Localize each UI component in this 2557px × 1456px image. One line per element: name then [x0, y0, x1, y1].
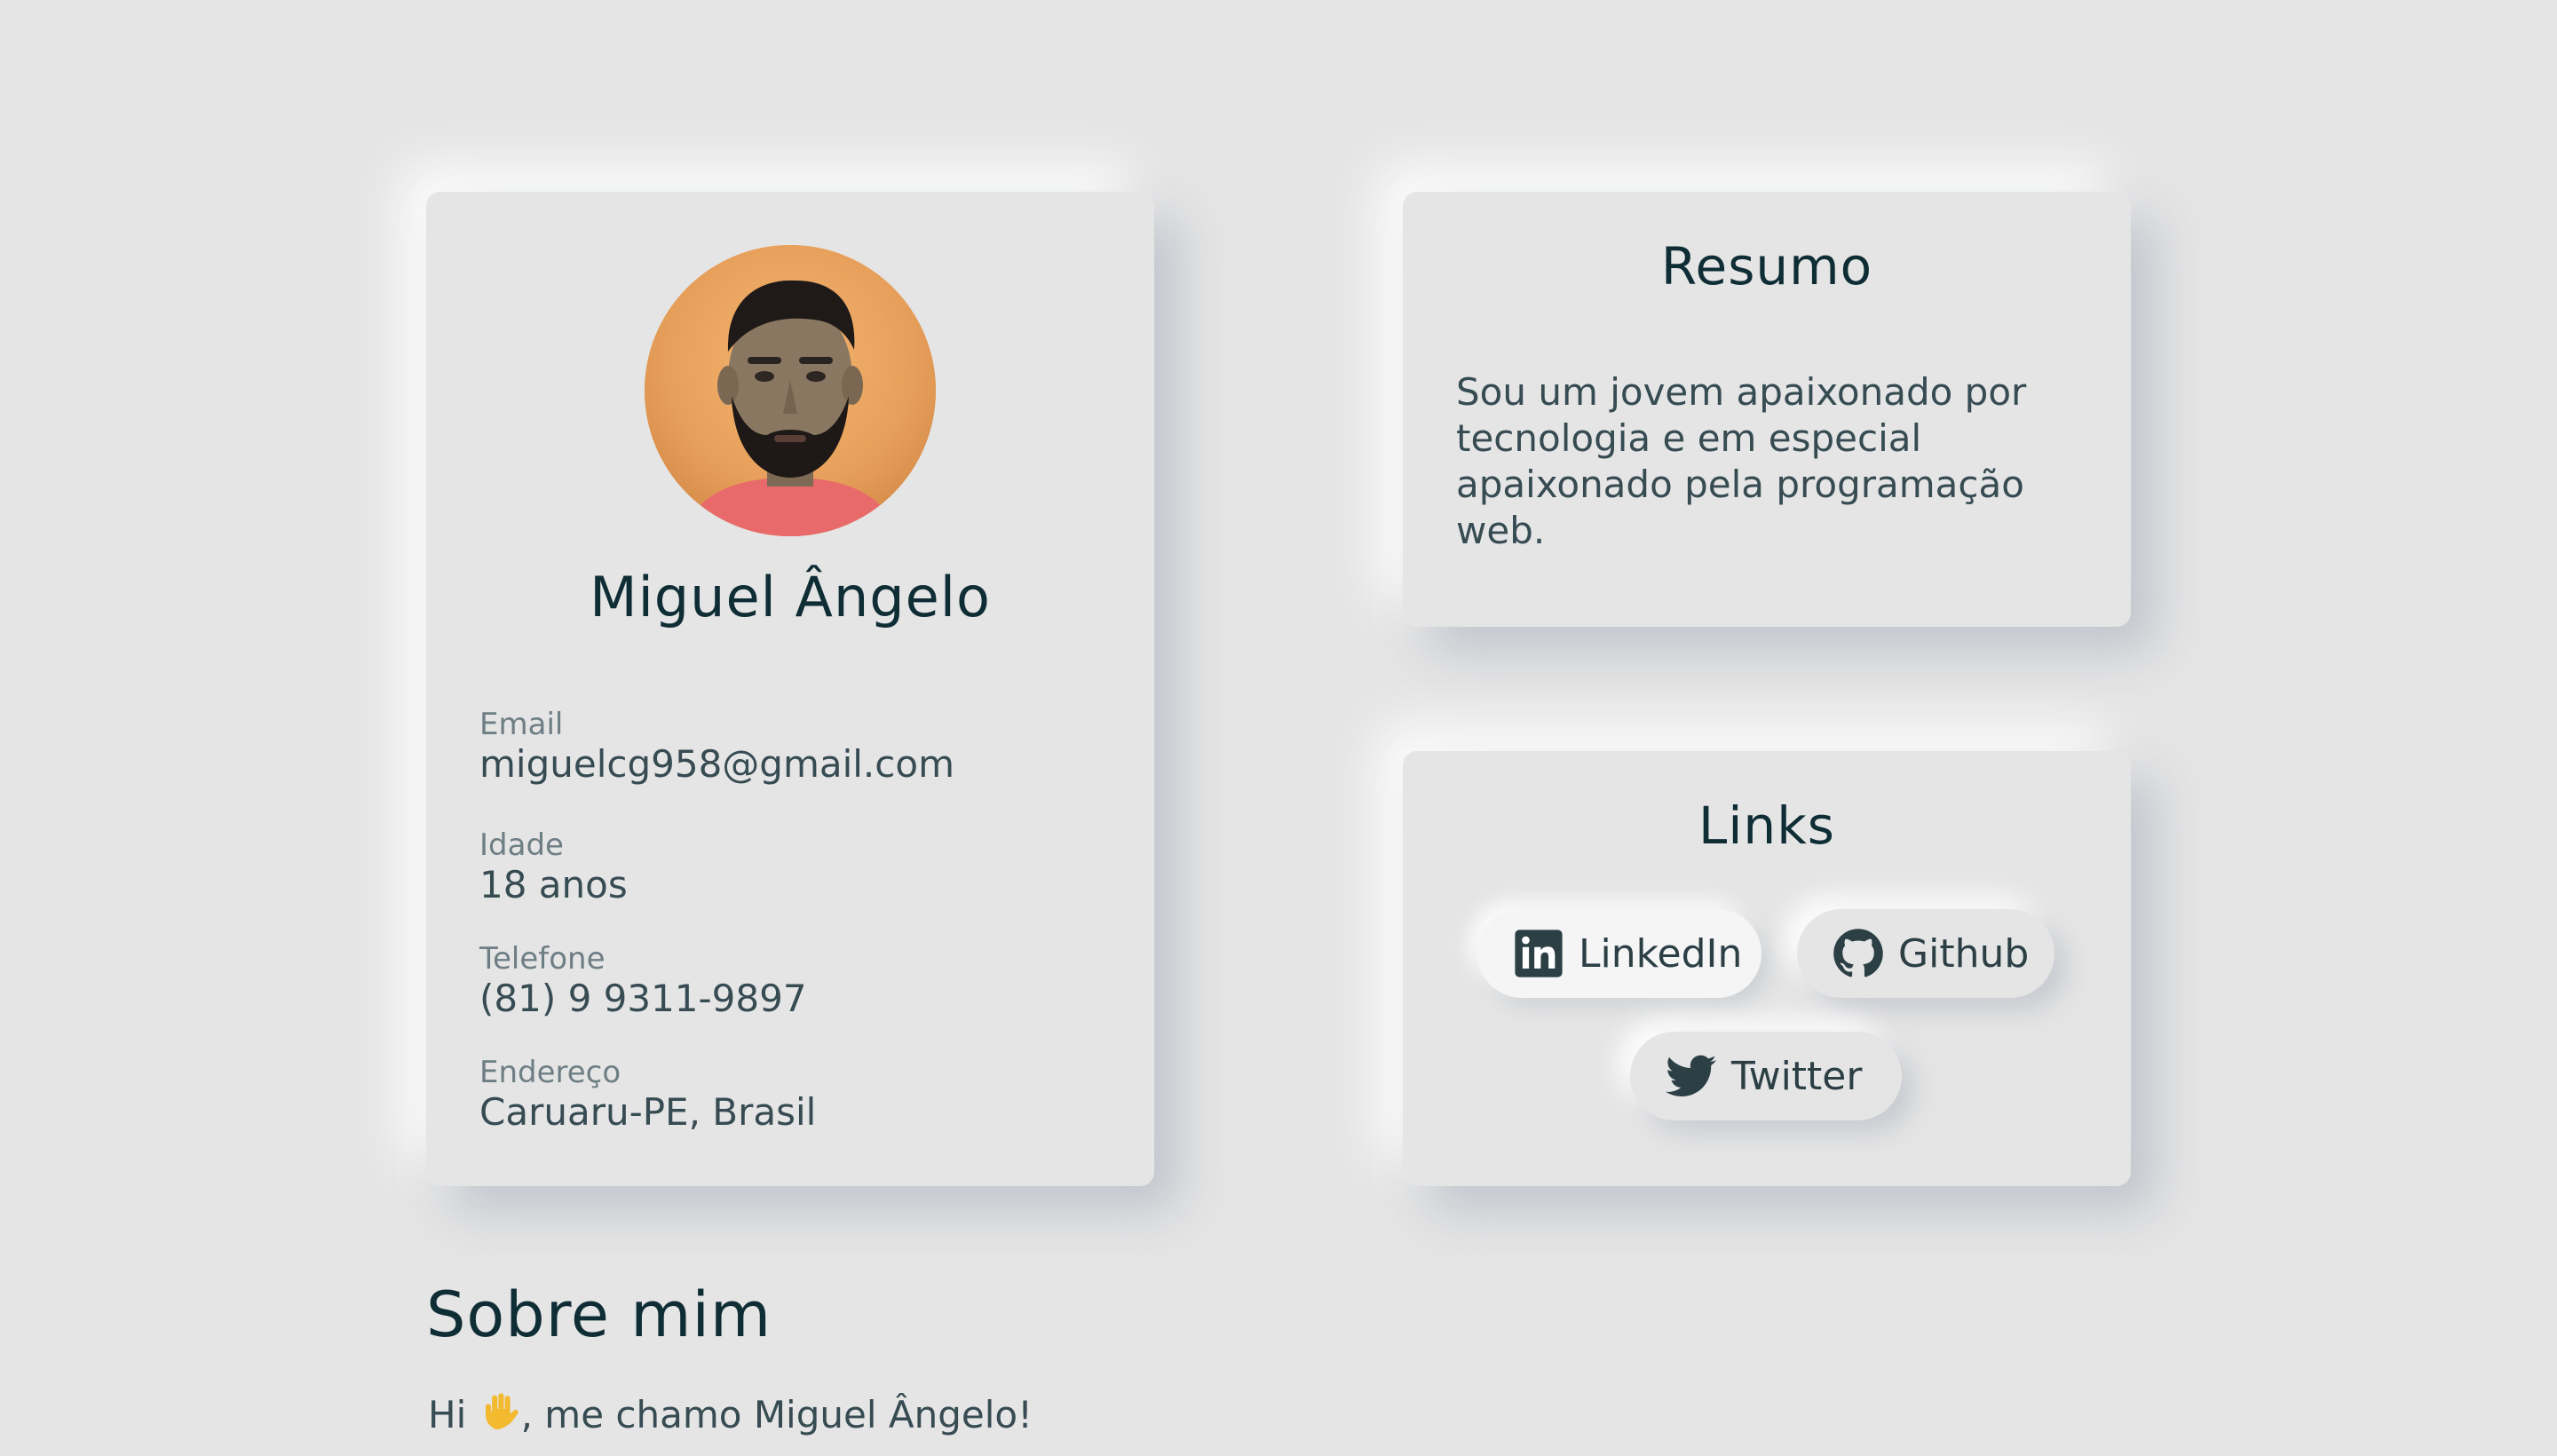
age-item: Idade 18 anos: [479, 827, 1119, 907]
linkedin-icon: [1515, 930, 1563, 977]
github-icon: [1833, 929, 1883, 977]
resumo-text: Sou um jovem apaixonado por tecnologia e…: [1456, 370, 2027, 552]
email-value[interactable]: miguelcg958@gmail.com: [479, 742, 1119, 787]
twitter-label: Twitter: [1731, 1053, 1863, 1099]
links-card: Links LinkedIn Github Twitter: [1403, 751, 2131, 1186]
profile-card: Miguel Ângelo Email miguelcg958@gmail.co…: [426, 192, 1154, 1186]
greeting-start: Hi: [428, 1393, 479, 1436]
email-label: Email: [479, 707, 564, 742]
twitter-link[interactable]: Twitter: [1630, 1032, 1902, 1120]
resumo-title: Resumo: [1660, 236, 1873, 297]
linkedin-link[interactable]: LinkedIn: [1477, 909, 1761, 998]
address-item: Endereço Caruaru-PE, Brasil: [479, 1055, 1119, 1135]
avatar: [645, 245, 936, 536]
resumo-card: Resumo Sou um jovem apaixonado por tecno…: [1403, 192, 2131, 627]
about-greeting: Hi , me chamo Miguel Ângelo!: [428, 1390, 1033, 1436]
address-label: Endereço: [479, 1055, 621, 1090]
greeting-end: , me chamo Miguel Ângelo!: [520, 1393, 1033, 1436]
links-title: Links: [1698, 795, 1835, 856]
email-item: Email miguelcg958@gmail.com: [479, 707, 1119, 787]
waving-hand-icon: [485, 1393, 519, 1429]
phone-value: (81) 9 9311-9897: [479, 977, 807, 1020]
linkedin-label: LinkedIn: [1579, 930, 1743, 977]
github-link[interactable]: Github: [1797, 909, 2054, 998]
age-value: 18 anos: [479, 863, 628, 906]
github-label: Github: [1898, 930, 2030, 977]
age-label: Idade: [479, 827, 564, 863]
address-value: Caruaru-PE, Brasil: [479, 1090, 817, 1134]
profile-name: Miguel Ângelo: [590, 565, 991, 629]
twitter-icon: [1666, 1055, 1717, 1096]
phone-label: Telefone: [479, 941, 606, 977]
about-title: Sobre mim: [426, 1278, 772, 1351]
phone-item: Telefone (81) 9 9311-9897: [479, 941, 1119, 1021]
profile-photo: [645, 245, 936, 536]
